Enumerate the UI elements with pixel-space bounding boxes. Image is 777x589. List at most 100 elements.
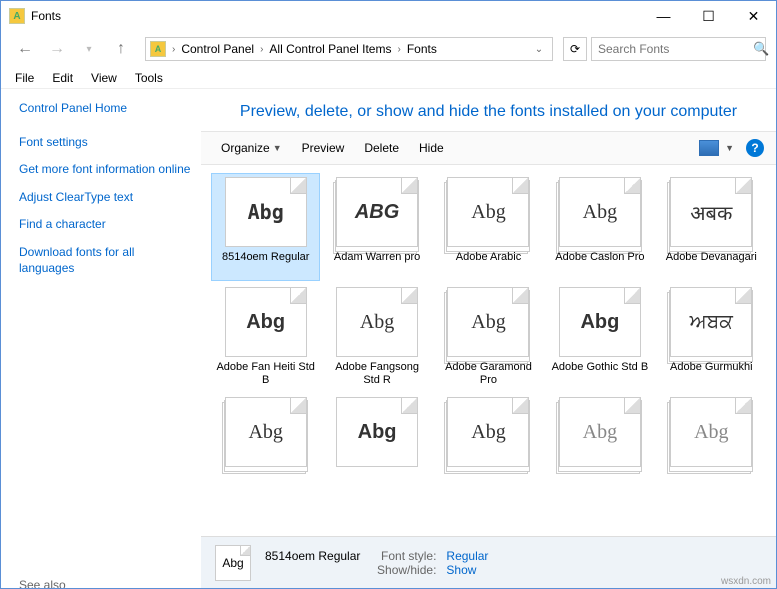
fonts-app-icon: A: [9, 8, 25, 24]
fonts-location-icon: A: [150, 41, 166, 57]
font-thumbnail: Abg: [559, 397, 641, 467]
chevron-right-icon[interactable]: ›: [170, 44, 177, 55]
navigation-bar: ← → ▾ ↑ A › Control Panel › All Control …: [1, 31, 776, 67]
font-sample: Abg: [471, 311, 505, 334]
search-box[interactable]: 🔍: [591, 37, 766, 61]
chevron-down-icon[interactable]: ▼: [725, 143, 734, 153]
font-grid: Abg8514oem RegularABGAdam Warren proAbgA…: [211, 173, 766, 501]
minimize-button[interactable]: —: [641, 2, 686, 30]
breadcrumb-control-panel[interactable]: Control Panel: [177, 38, 258, 60]
font-thumbnail: Abg: [447, 397, 529, 467]
font-thumbnail: Abg: [670, 397, 752, 467]
font-item[interactable]: ਅਬਕ Adobe Gurmukhi: [657, 283, 766, 391]
font-grid-area[interactable]: Abg8514oem RegularABGAdam Warren proAbgA…: [201, 165, 776, 536]
page-fold-icon: [512, 288, 528, 304]
menu-tools[interactable]: Tools: [127, 69, 171, 87]
font-name-label: Adobe Gurmukhi: [670, 361, 753, 387]
menu-file[interactable]: File: [7, 69, 42, 87]
font-item[interactable]: Abg: [657, 393, 766, 501]
preview-button[interactable]: Preview: [294, 137, 353, 159]
font-item[interactable]: Abg 8514oem Regular: [211, 173, 320, 281]
font-sample: Abg: [583, 201, 617, 224]
font-sample: Abg: [583, 421, 617, 444]
font-thumbnail: Abg: [336, 287, 418, 357]
titlebar: A Fonts — ☐ ✕: [1, 1, 776, 31]
font-sample: Abg: [471, 201, 505, 224]
menu-edit[interactable]: Edit: [44, 69, 81, 87]
details-font-name: 8514oem Regular: [265, 549, 360, 563]
menu-view[interactable]: View: [83, 69, 125, 87]
chevron-right-icon[interactable]: ›: [395, 44, 402, 55]
font-name-label: Adobe Caslon Pro: [555, 251, 644, 277]
font-item[interactable]: Abg Adobe Fangsong Std R: [322, 283, 431, 391]
font-sample: अबक: [690, 199, 732, 226]
close-button[interactable]: ✕: [731, 2, 776, 30]
breadcrumb-all-items[interactable]: All Control Panel Items: [265, 38, 395, 60]
address-bar[interactable]: A › Control Panel › All Control Panel It…: [145, 37, 553, 61]
content-area: Preview, delete, or show and hide the fo…: [201, 89, 776, 588]
recent-locations-dropdown[interactable]: ▾: [75, 35, 103, 63]
up-button[interactable]: ↑: [107, 35, 135, 63]
details-showhide-label: Show/hide:: [370, 563, 436, 577]
view-options-button[interactable]: [699, 140, 719, 156]
font-item[interactable]: Abg: [322, 393, 431, 501]
page-fold-icon: [735, 178, 751, 194]
hide-button[interactable]: Hide: [411, 137, 452, 159]
font-thumbnail: Abg: [225, 177, 307, 247]
font-item[interactable]: Abg Adobe Caslon Pro: [545, 173, 654, 281]
page-fold-icon: [240, 546, 250, 556]
page-fold-icon: [512, 178, 528, 194]
details-info: 8514oem Regular Font style: Regular 8514…: [265, 549, 488, 577]
page-fold-icon: [401, 178, 417, 194]
back-button[interactable]: ←: [11, 35, 39, 63]
font-item[interactable]: Abg Adobe Garamond Pro: [434, 283, 543, 391]
font-item[interactable]: ABG Adam Warren pro: [322, 173, 431, 281]
page-fold-icon: [512, 398, 528, 414]
font-thumbnail: Abg: [225, 397, 307, 467]
font-sample: ABG: [355, 201, 399, 224]
font-item[interactable]: अबक Adobe Devanagari: [657, 173, 766, 281]
help-button[interactable]: ?: [746, 139, 764, 157]
sidebar-more-info[interactable]: Get more font information online: [19, 162, 191, 178]
font-thumbnail: अबक: [670, 177, 752, 247]
font-thumbnail: Abg: [559, 287, 641, 357]
font-thumbnail: ਅਬਕ: [670, 287, 752, 357]
font-name-label: 8514oem Regular: [222, 251, 309, 277]
toolbar: Organize▼ Preview Delete Hide ▼ ?: [201, 131, 776, 165]
page-fold-icon: [624, 178, 640, 194]
font-item[interactable]: Abg Adobe Fan Heiti Std B: [211, 283, 320, 391]
font-thumbnail: Abg: [559, 177, 641, 247]
sidebar-find-character[interactable]: Find a character: [19, 217, 191, 233]
sidebar-download-fonts[interactable]: Download fonts for all languages: [19, 245, 191, 276]
font-thumbnail: ABG: [336, 177, 418, 247]
page-fold-icon: [290, 178, 306, 194]
breadcrumb-fonts[interactable]: Fonts: [403, 38, 441, 60]
organize-button[interactable]: Organize▼: [213, 137, 290, 159]
font-name-label: Adobe Fan Heiti Std B: [216, 361, 316, 387]
maximize-button[interactable]: ☐: [686, 2, 731, 30]
sidebar-font-settings[interactable]: Font settings: [19, 135, 191, 151]
details-fontstyle-value[interactable]: Regular: [446, 549, 488, 563]
forward-button[interactable]: →: [43, 35, 71, 63]
sidebar-cleartype[interactable]: Adjust ClearType text: [19, 190, 191, 206]
search-icon[interactable]: 🔍: [753, 41, 769, 57]
font-thumbnail: Abg: [336, 397, 418, 467]
font-item[interactable]: Abg: [434, 393, 543, 501]
chevron-right-icon[interactable]: ›: [258, 44, 265, 55]
refresh-button[interactable]: ⟳: [563, 37, 587, 61]
font-sample: Abg: [358, 421, 397, 444]
font-name-label: Adobe Devanagari: [666, 251, 757, 277]
font-item[interactable]: AbgAdobe Arabic: [434, 173, 543, 281]
font-name-label: Adobe Fangsong Std R: [327, 361, 427, 387]
sidebar-home[interactable]: Control Panel Home: [19, 101, 191, 117]
delete-button[interactable]: Delete: [356, 137, 407, 159]
font-item[interactable]: AbgAdobe Gothic Std B: [545, 283, 654, 391]
address-history-dropdown[interactable]: ⌄: [530, 44, 548, 55]
search-input[interactable]: [598, 42, 753, 56]
font-name-label: Adam Warren pro: [334, 251, 420, 277]
details-showhide-value[interactable]: Show: [446, 563, 476, 577]
font-thumbnail: Abg: [225, 287, 307, 357]
font-item[interactable]: Abg: [545, 393, 654, 501]
font-name-label: Adobe Garamond Pro: [438, 361, 538, 387]
font-item[interactable]: Abg: [211, 393, 320, 501]
